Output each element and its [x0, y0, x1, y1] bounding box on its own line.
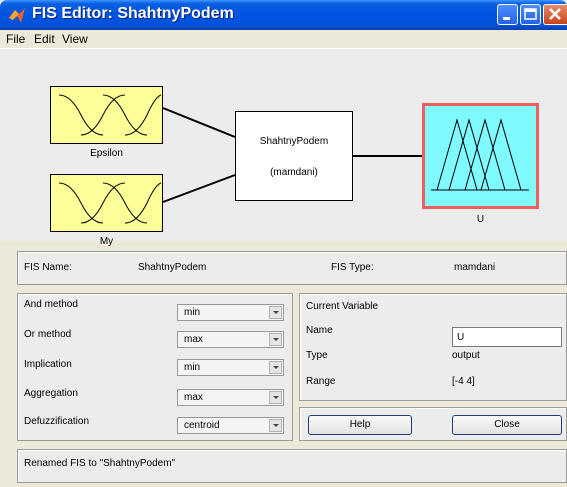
menu-bar: File Edit View: [0, 30, 567, 48]
current-variable-title: Current Variable: [306, 301, 379, 312]
close-icon: [549, 8, 561, 20]
chevron-down-icon: [269, 333, 282, 346]
variable-type-label: Type: [306, 350, 328, 361]
matlab-logo-icon: [9, 8, 25, 23]
fis-diagram: Epsilon My ShahtnyPodem (mamdani) U: [0, 48, 567, 247]
close-window-button[interactable]: [543, 4, 567, 25]
chevron-down-icon: [269, 306, 282, 319]
or-method-select[interactable]: max: [177, 331, 284, 348]
buttons-panel: Help Close: [299, 407, 567, 441]
fis-type-label: FIS Type:: [331, 262, 374, 273]
defuzzification-label: Defuzzification: [24, 416, 90, 427]
input-my-box[interactable]: [50, 174, 163, 232]
and-method-select[interactable]: min: [177, 304, 284, 321]
aggregation-label: Aggregation: [24, 388, 78, 399]
implication-label: Implication: [24, 359, 72, 370]
maximize-button[interactable]: [520, 4, 541, 25]
output-u-label: U: [476, 214, 485, 225]
fis-system-name: ShahtnyPodem: [259, 136, 329, 147]
fis-editor-window: FIS Editor: ShahtnyPodem File Edit View …: [0, 0, 567, 487]
methods-panel: And method min Or method max Implication…: [17, 293, 293, 441]
triangular-membership-icon: [431, 118, 529, 191]
status-message: Renamed FIS to "ShahtnyPodem": [24, 458, 176, 469]
variable-range-label: Range: [306, 376, 336, 387]
title-bar[interactable]: FIS Editor: ShahtnyPodem: [0, 0, 567, 30]
fis-type-value: mamdani: [454, 262, 496, 273]
input-epsilon-label: Epsilon: [90, 148, 123, 159]
variable-type-value: output: [452, 350, 480, 361]
input-epsilon-box[interactable]: [50, 86, 163, 144]
defuzzification-select[interactable]: centroid: [177, 417, 284, 434]
chevron-down-icon: [269, 391, 282, 404]
minimize-icon: [503, 17, 510, 20]
variable-name-input[interactable]: U: [452, 327, 562, 347]
and-method-label: And method: [24, 299, 78, 310]
membership-functions-icon: [58, 182, 162, 224]
fis-system-box[interactable]: ShahtnyPodem (mamdani): [235, 111, 353, 201]
variable-name-label: Name: [306, 325, 333, 336]
aggregation-select[interactable]: max: [177, 389, 284, 406]
menu-view[interactable]: View: [62, 32, 88, 46]
chevron-down-icon: [269, 419, 282, 432]
chevron-down-icon: [269, 361, 282, 374]
close-button[interactable]: Close: [452, 415, 562, 435]
fis-info-panel: FIS Name: ShahtnyPodem FIS Type: mamdani: [17, 251, 567, 285]
fis-name-label: FIS Name:: [24, 262, 72, 273]
fis-name-value: ShahtnyPodem: [138, 262, 207, 273]
current-variable-panel: Current Variable Name U Type output Rang…: [299, 293, 567, 401]
minimize-button[interactable]: [497, 4, 518, 25]
fis-system-type: (mamdani): [270, 167, 318, 178]
implication-select[interactable]: min: [177, 359, 284, 376]
menu-file[interactable]: File: [6, 32, 25, 46]
or-method-label: Or method: [24, 329, 72, 340]
maximize-icon: [524, 8, 537, 20]
membership-functions-icon: [58, 94, 162, 136]
help-button[interactable]: Help: [308, 415, 412, 435]
variable-range-value: [-4 4]: [452, 376, 475, 387]
status-bar: Renamed FIS to "ShahtnyPodem": [17, 449, 567, 483]
menu-edit[interactable]: Edit: [34, 32, 55, 46]
output-u-box[interactable]: [422, 103, 539, 209]
input-my-label: My: [99, 236, 114, 247]
window-title: FIS Editor: ShahtnyPodem: [32, 5, 234, 22]
